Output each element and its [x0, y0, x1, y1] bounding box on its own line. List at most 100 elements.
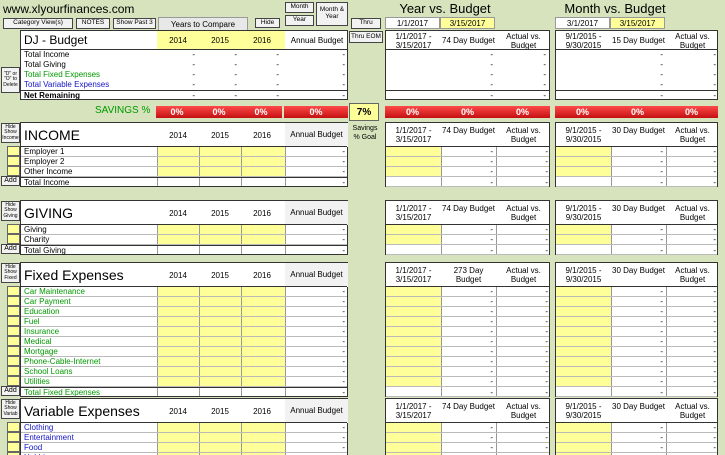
income-total-cell: - [342, 178, 345, 187]
income-total-label: Total Income [24, 178, 70, 187]
income-mvb-input-area[interactable] [556, 147, 611, 177]
row-toggle-checkbox[interactable] [7, 356, 20, 366]
summary-cell: - [234, 80, 237, 89]
row-toggle-checkbox[interactable] [7, 296, 20, 306]
years-to-compare-label: Years to Compare [158, 17, 248, 31]
row-toggle-checkbox[interactable] [7, 442, 20, 452]
giving-input-area[interactable] [157, 225, 285, 245]
hide-button[interactable]: Hide [255, 18, 280, 28]
month-vs-budget-title: Month vs. Budget [564, 1, 666, 16]
summary-row-variable: Total Variable Expenses [24, 80, 110, 89]
row-toggle-checkbox[interactable] [7, 234, 20, 244]
add-giving-row-button[interactable]: Add [1, 244, 20, 254]
income-mvb-actual-header: Actual vs. Budget [675, 126, 710, 144]
month-button[interactable]: Month [285, 2, 314, 13]
fixed-mvb-input-area[interactable] [556, 287, 611, 387]
summary-cell: - [276, 50, 279, 59]
row-toggle-checkbox[interactable] [7, 166, 20, 176]
summary-year-2016: 2016 [253, 36, 271, 45]
row-toggle-checkbox[interactable] [7, 376, 20, 386]
summary-row-giving: Total Giving [24, 60, 66, 69]
summary-cell: - [660, 91, 663, 100]
savings-mvb-3: 0% [665, 106, 718, 118]
budget-spreadsheet: www.xlyourfinances.com Category View(s) … [0, 0, 725, 455]
show-past-button[interactable]: Show Past 3 [113, 18, 156, 29]
variable-input-area[interactable] [157, 423, 285, 455]
hide-show-variable-button[interactable]: Hide Show Variab [1, 399, 20, 419]
add-fixed-row-button[interactable]: Add [1, 386, 20, 396]
row-toggle-checkbox[interactable] [7, 336, 20, 346]
giving-year-header: 2014 [169, 209, 187, 218]
hide-show-fixed-button[interactable]: Hide Show Fixed [1, 263, 20, 283]
income-yvb-panel: 1/1/2017 - 3/15/2017 74 Day Budget Actual … [385, 122, 550, 187]
summary-cell: - [713, 50, 716, 59]
yvb-start-date[interactable]: 1/1/2017 [385, 17, 440, 29]
summary-yvb-actual: Actual vs. Budget [506, 32, 541, 50]
row-toggle-checkbox[interactable] [7, 366, 20, 376]
row-toggle-checkbox[interactable] [7, 326, 20, 336]
summary-cell: - [490, 70, 493, 79]
delete-hint-button[interactable]: "D" or "O" to Delete [1, 67, 20, 93]
fixed-mvb-range-header: 9/1/2015 - 9/30/2015 [565, 266, 602, 284]
variable-year-header: 2014 [169, 407, 187, 416]
variable-yvb-panel: 1/1/2017 - 3/15/2017 74 Day Budget Actual … [385, 398, 550, 455]
thru-eom-button[interactable]: Thru EOM [349, 31, 383, 43]
giving-total-cell: - [342, 246, 345, 255]
fixed-input-area[interactable] [157, 287, 285, 387]
row-toggle-checkbox[interactable] [7, 224, 20, 234]
summary-cell: - [713, 80, 716, 89]
savings-yvb-3: 0% [495, 106, 550, 118]
summary-year-2015: 2015 [211, 36, 229, 45]
summary-cell: - [713, 70, 716, 79]
mvb-end-date[interactable]: 3/15/2017 [610, 17, 665, 29]
row-toggle-checkbox[interactable] [7, 432, 20, 442]
summary-cell: - [276, 70, 279, 79]
variable-yvb-input-area[interactable] [386, 423, 441, 455]
thru-button[interactable]: Thru [351, 18, 381, 29]
variable-mvb-days-header: 30 Day Budget [612, 402, 665, 411]
giving-year-header: 2015 [211, 209, 229, 218]
fixed-year-header: 2014 [169, 271, 187, 280]
income-section-title: INCOME [24, 127, 80, 143]
month-year-button[interactable]: Month & Year [316, 2, 348, 26]
year-button[interactable]: Year [285, 15, 314, 26]
summary-cell: - [192, 80, 195, 89]
variable-yvb-range-header: 1/1/2017 - 3/15/2017 [395, 402, 432, 420]
income-input-area[interactable] [157, 147, 285, 177]
row-toggle-checkbox[interactable] [7, 316, 20, 326]
hide-show-giving-button[interactable]: Hide Show Giving [1, 201, 20, 221]
giving-yvb-input-area[interactable] [386, 225, 441, 245]
giving-annual-budget-header: Annual Budget [285, 201, 348, 225]
row-toggle-checkbox[interactable] [7, 306, 20, 316]
summary-row-fixed: Total Fixed Expenses [24, 70, 101, 79]
site-link[interactable]: www.xlyourfinances.com [3, 2, 134, 16]
summary-mvb-actual: Actual vs. Budget [675, 32, 710, 50]
variable-section-title: Variable Expenses [24, 403, 140, 419]
mvb-start-date[interactable]: 3/1/2017 [555, 17, 610, 29]
fixed-yvb-input-area[interactable] [386, 287, 441, 387]
row-toggle-checkbox[interactable] [7, 422, 20, 432]
notes-button[interactable]: NOTES [76, 18, 110, 29]
yvb-end-date[interactable]: 3/15/2017 [440, 17, 495, 29]
summary-cell: - [660, 70, 663, 79]
variable-year-header: 2015 [211, 407, 229, 416]
summary-mvb-days: 15 Day Budget [612, 36, 665, 45]
row-toggle-checkbox[interactable] [7, 286, 20, 296]
row-toggle-checkbox[interactable] [7, 156, 20, 166]
summary-cell: - [192, 70, 195, 79]
summary-cell: - [543, 70, 546, 79]
category-views-button[interactable]: Category View(s) [3, 18, 73, 29]
hide-show-income-button[interactable]: Hide Show Income [1, 123, 20, 143]
row-toggle-checkbox[interactable] [7, 146, 20, 156]
savings-goal-value[interactable]: 7% [349, 103, 379, 121]
variable-mvb-input-area[interactable] [556, 423, 611, 455]
summary-annual-budget: Annual Budget [290, 36, 344, 45]
giving-mvb-input-area[interactable] [556, 225, 611, 245]
summary-yvb-days: 74 Day Budget [442, 36, 495, 45]
giving-panel: GIVING 2014 2015 2016 Annual Budget Giving - Ch… [20, 200, 348, 255]
row-toggle-checkbox[interactable] [7, 346, 20, 356]
income-yvb-input-area[interactable] [386, 147, 441, 177]
giving-yvb-range-header: 1/1/2017 - 3/15/2017 [395, 204, 432, 222]
summary-cell: - [342, 70, 345, 79]
add-income-row-button[interactable]: Add [1, 176, 20, 186]
